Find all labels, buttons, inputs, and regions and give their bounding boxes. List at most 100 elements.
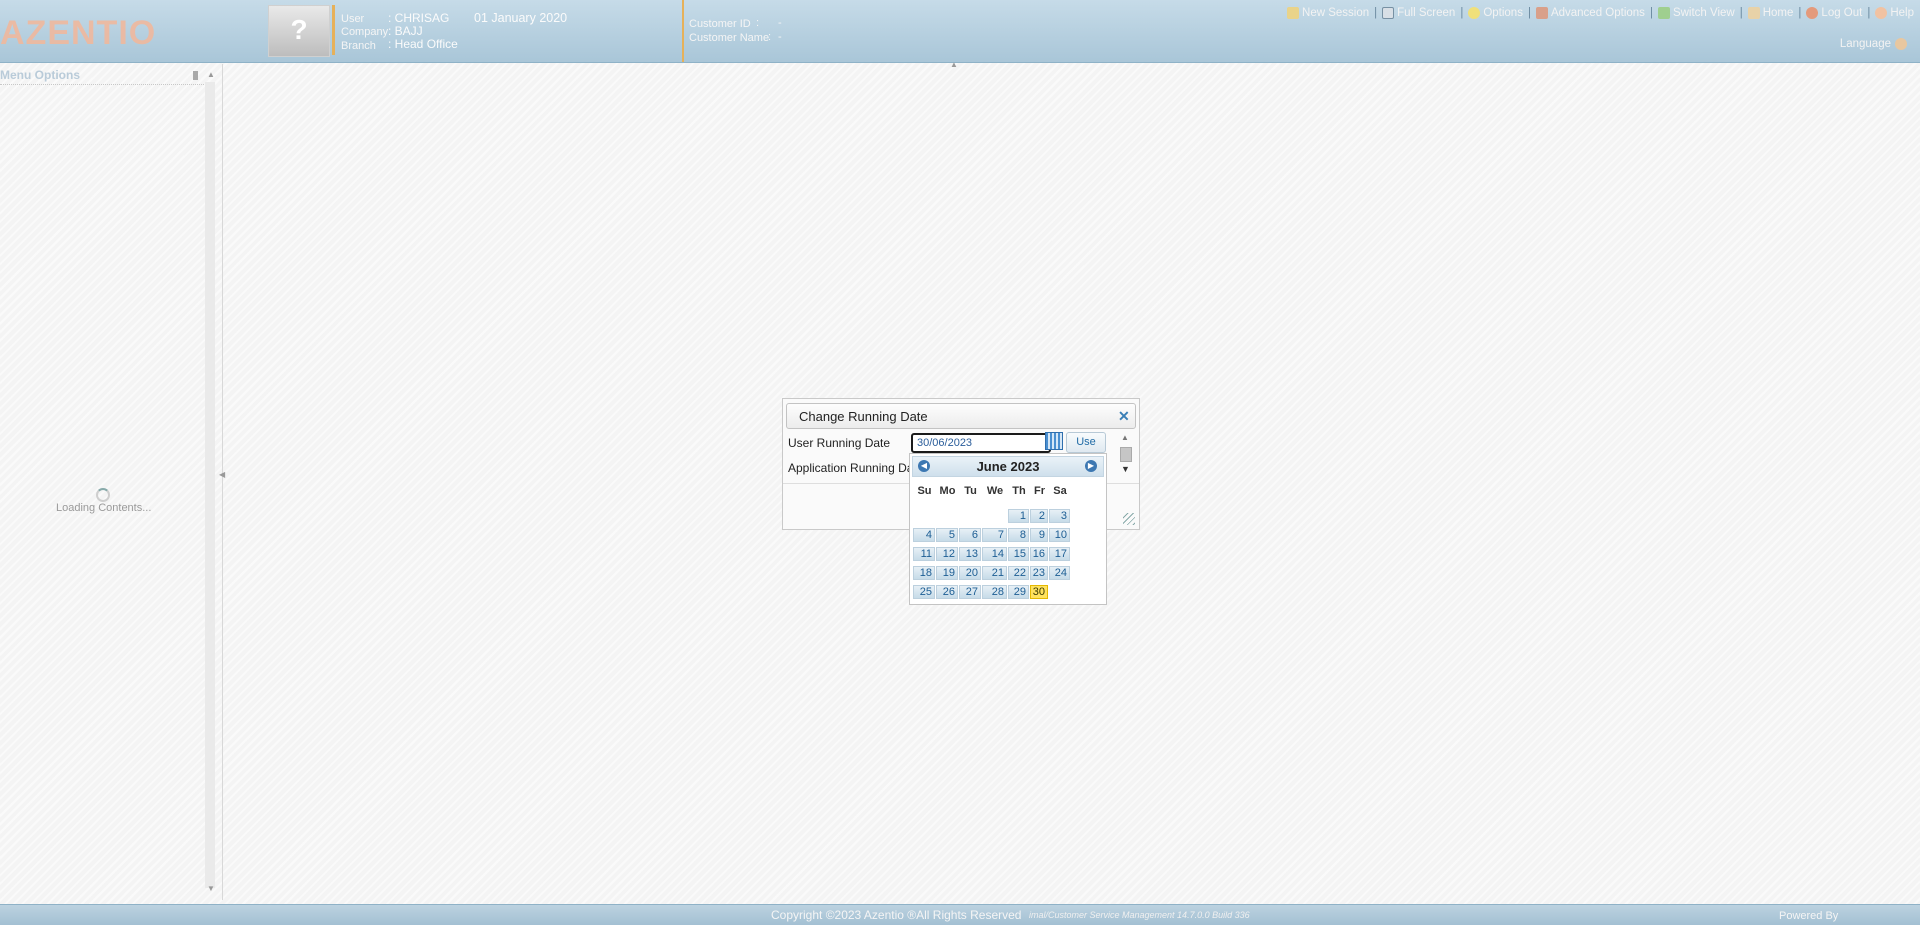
calendar-day[interactable]: 24 bbox=[1049, 566, 1070, 580]
resize-handle-icon[interactable] bbox=[1123, 513, 1135, 525]
calendar-day[interactable]: 4 bbox=[913, 528, 935, 542]
calendar-day[interactable]: 22 bbox=[1008, 566, 1029, 580]
calendar-day[interactable]: 1 bbox=[1008, 509, 1029, 523]
customer-id-colon: : bbox=[756, 17, 760, 29]
tools-icon bbox=[1535, 7, 1548, 19]
calendar-day[interactable]: 15 bbox=[1008, 547, 1029, 561]
collapse-menu-arrow-icon[interactable]: ◀ bbox=[219, 470, 225, 479]
calendar-day[interactable]: 5 bbox=[936, 528, 958, 542]
customer-id-value: - bbox=[778, 17, 782, 29]
customer-name-colon: : bbox=[768, 31, 772, 43]
logout-icon bbox=[1806, 7, 1819, 19]
calendar-day[interactable]: 16 bbox=[1030, 547, 1048, 561]
customer-name-label: Customer Name bbox=[689, 32, 770, 44]
calendar-icon[interactable] bbox=[1045, 432, 1063, 450]
calendar-day[interactable]: 2 bbox=[1030, 509, 1048, 523]
calendar-day[interactable]: 26 bbox=[936, 585, 958, 599]
language-selector[interactable]: Language bbox=[1840, 38, 1910, 50]
weekday-header: Mo bbox=[939, 485, 956, 497]
customer-name-value: - bbox=[778, 31, 782, 43]
copyright-text: Copyright ©2023 Azentio ®All Rights Rese… bbox=[771, 908, 1022, 922]
calendar-day[interactable]: 3 bbox=[1049, 509, 1070, 523]
calendar-day[interactable]: 20 bbox=[959, 566, 981, 580]
calendar-day[interactable]: 28 bbox=[982, 585, 1007, 599]
avatar-divider bbox=[332, 5, 335, 55]
calendar-day[interactable]: 7 bbox=[982, 528, 1007, 542]
weekday-header: Sa bbox=[1053, 485, 1067, 497]
calendar-day[interactable]: 14 bbox=[982, 547, 1007, 561]
version-text: imal/Customer Service Management 14.7.0.… bbox=[1029, 910, 1250, 920]
pin-icon[interactable] bbox=[193, 71, 198, 80]
calendar-day[interactable]: 25 bbox=[913, 585, 935, 599]
calendar-day[interactable]: 27 bbox=[959, 585, 981, 599]
home-button[interactable]: Home bbox=[1746, 7, 1796, 19]
help-button[interactable]: Help bbox=[1873, 7, 1916, 19]
header-date: 01 January 2020 bbox=[474, 11, 568, 25]
menu-scrollbar[interactable] bbox=[205, 82, 215, 888]
switch-view-button[interactable]: Switch View bbox=[1656, 7, 1737, 19]
azentio-logo: AZENTIO bbox=[0, 14, 157, 52]
dialog-title-bar[interactable]: Change Running Date ✕ bbox=[786, 403, 1136, 429]
calendar-day[interactable]: 13 bbox=[959, 547, 981, 561]
scroll-up-arrow-icon[interactable]: ▲ bbox=[207, 70, 215, 79]
date-picker-calendar: June 2023 ◀ ▶ Su Mo Tu We Th Fr Sa 1 2 3 4 5 6 7 8 9 10… bbox=[909, 453, 1107, 605]
next-month-icon[interactable]: ▶ bbox=[1085, 460, 1097, 472]
powered-by-text: Powered By bbox=[1779, 910, 1839, 922]
scroll-down-arrow-icon[interactable]: ▼ bbox=[207, 884, 215, 893]
loading-text: Loading Contents... bbox=[56, 502, 152, 514]
scroll-down-arrow-icon[interactable]: ▼ bbox=[1121, 464, 1130, 474]
calendar-day[interactable]: 10 bbox=[1049, 528, 1070, 542]
calendar-day[interactable]: 9 bbox=[1030, 528, 1048, 542]
full-screen-button[interactable]: Full Screen bbox=[1380, 7, 1457, 19]
scroll-up-arrow-icon[interactable]: ▲ bbox=[1121, 433, 1129, 442]
calendar-day[interactable]: 8 bbox=[1008, 528, 1029, 542]
toolbar-separator: | bbox=[1374, 7, 1378, 19]
weekday-header: Su bbox=[917, 485, 932, 497]
avatar-placeholder-icon: ? bbox=[290, 14, 308, 45]
customer-id-label: Customer ID bbox=[689, 18, 751, 30]
options-button[interactable]: Options bbox=[1466, 7, 1525, 19]
toolbar-separator: | bbox=[1527, 7, 1531, 19]
app-footer: Copyright ©2023 Azentio ®All Rights Rese… bbox=[0, 904, 1920, 925]
app-header: AZENTIO ? User : CHRISAG 01 January 2020… bbox=[0, 0, 1920, 63]
calendar-day-selected[interactable]: 30 bbox=[1030, 585, 1048, 599]
new-session-button[interactable]: New Session bbox=[1285, 7, 1371, 19]
panel-splitter[interactable] bbox=[222, 64, 223, 900]
user-value: : CHRISAG bbox=[388, 11, 450, 25]
previous-month-icon[interactable]: ◀ bbox=[918, 460, 930, 472]
weekday-header: Fr bbox=[1034, 485, 1045, 497]
menu-options-title: Menu Options bbox=[0, 68, 210, 85]
company-label: Company bbox=[341, 26, 389, 38]
collapse-header-arrow-icon[interactable]: ▲ bbox=[950, 60, 958, 69]
calendar-day[interactable]: 19 bbox=[936, 566, 958, 580]
advanced-options-button[interactable]: Advanced Options bbox=[1534, 7, 1647, 19]
calendar-day[interactable]: 23 bbox=[1030, 566, 1048, 580]
user-label: User bbox=[341, 13, 365, 25]
pencil-icon bbox=[1287, 7, 1300, 19]
use-button[interactable]: Use bbox=[1066, 432, 1106, 453]
menu-panel: Menu Options ▲ ▼ Loading Contents... bbox=[0, 64, 216, 900]
branch-value: : Head Office bbox=[388, 37, 458, 51]
toolbar-separator: | bbox=[1867, 7, 1871, 19]
toolbar-separator: | bbox=[1460, 7, 1464, 19]
calendar-day[interactable]: 6 bbox=[959, 528, 981, 542]
calendar-day[interactable]: 18 bbox=[913, 566, 935, 580]
help-icon bbox=[1875, 7, 1888, 19]
close-icon[interactable]: ✕ bbox=[1118, 408, 1130, 425]
calendar-day[interactable]: 21 bbox=[982, 566, 1007, 580]
log-out-button[interactable]: Log Out bbox=[1804, 7, 1864, 19]
user-avatar: ? bbox=[268, 5, 330, 57]
calendar-day[interactable]: 11 bbox=[913, 547, 935, 561]
calendar-day[interactable]: 29 bbox=[1008, 585, 1029, 599]
fullscreen-icon bbox=[1382, 7, 1395, 19]
dialog-title: Change Running Date bbox=[799, 409, 928, 424]
toolbar-separator: | bbox=[1739, 7, 1743, 19]
dialog-scrollbar-thumb[interactable] bbox=[1120, 447, 1132, 462]
top-toolbar: New Session | Full Screen | Options | Ad… bbox=[1285, 7, 1916, 19]
calendar-header: June 2023 ◀ ▶ bbox=[912, 456, 1104, 477]
user-running-date-input[interactable] bbox=[911, 433, 1051, 453]
calendar-day[interactable]: 12 bbox=[936, 547, 958, 561]
calendar-day[interactable]: 17 bbox=[1049, 547, 1070, 561]
switch-view-icon bbox=[1657, 7, 1670, 19]
loading-spinner-icon bbox=[96, 488, 110, 502]
